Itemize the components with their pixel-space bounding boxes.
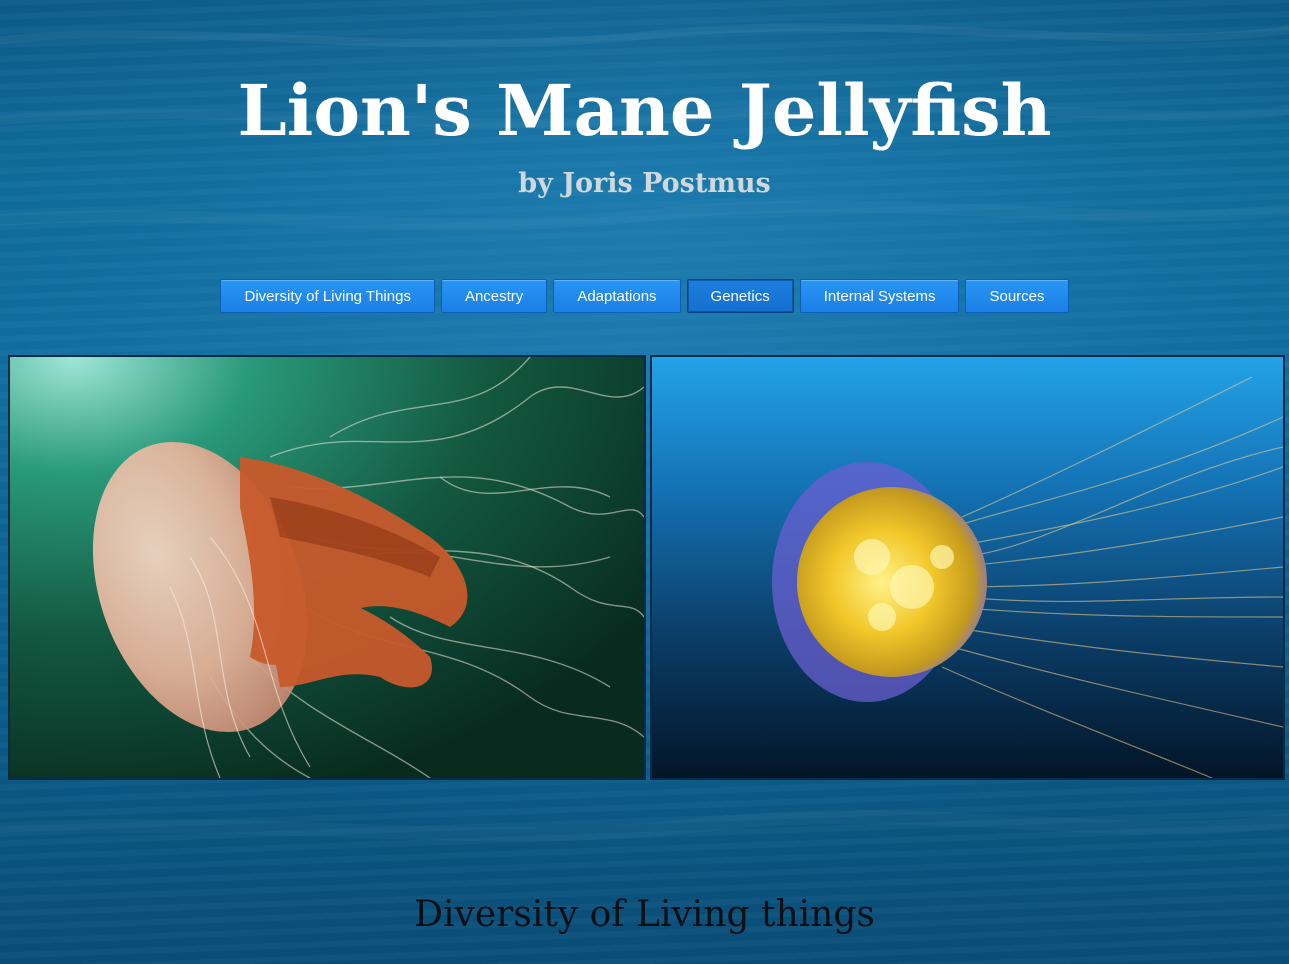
page-title: Lion's Mane Jellyfish <box>237 69 1052 152</box>
jellyfish-photo-green-water <box>8 355 646 780</box>
nav-sources-button[interactable]: Sources <box>965 279 1069 313</box>
jellyfish-photo-blue-water <box>650 355 1285 780</box>
nav-adaptations-button[interactable]: Adaptations <box>553 279 681 313</box>
nav-ancestry-button[interactable]: Ancestry <box>440 279 548 313</box>
nav-diversity-button[interactable]: Diversity of Living Things <box>220 279 435 313</box>
page-subtitle: by Joris Postmus <box>518 168 771 199</box>
main-nav: Diversity of Living Things Ancestry Adap… <box>0 279 1289 313</box>
nav-genetics-button[interactable]: Genetics <box>686 279 794 313</box>
nav-internal-systems-button[interactable]: Internal Systems <box>799 279 960 313</box>
section-heading: Diversity of Living things <box>414 894 875 935</box>
